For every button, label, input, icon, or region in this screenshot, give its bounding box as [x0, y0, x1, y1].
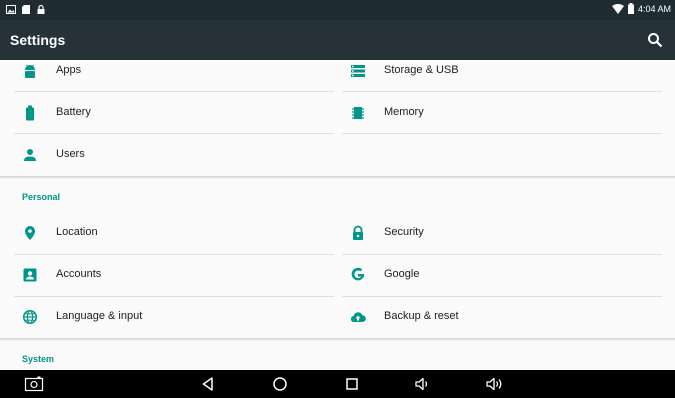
google-icon [351, 267, 365, 281]
settings-item-label: Backup & reset [384, 310, 459, 322]
memory-icon [352, 107, 364, 119]
settings-item-label: Security [384, 226, 424, 238]
section-divider [0, 176, 675, 179]
status-bar-left-icons [6, 4, 46, 15]
settings-item-location[interactable]: Location [14, 212, 334, 254]
settings-item-label: Accounts [56, 268, 102, 280]
recents-icon[interactable] [343, 375, 361, 393]
page-title: Settings [10, 32, 66, 48]
settings-item-storage[interactable]: Storage & USB [342, 60, 662, 92]
settings-item-label: Google [384, 268, 420, 280]
settings-item-label: Language & input [56, 310, 143, 322]
settings-item-memory[interactable]: Memory [342, 92, 662, 134]
app-bar: Settings [0, 20, 675, 60]
section-divider [0, 338, 675, 341]
divider [342, 133, 662, 134]
location-pin-icon [25, 226, 35, 240]
settings-item-security[interactable]: Security [342, 212, 662, 254]
wifi-icon [611, 3, 624, 14]
screenshot-icon[interactable] [24, 375, 44, 393]
account-box-icon [23, 268, 37, 282]
volume-down-icon[interactable] [414, 375, 432, 393]
settings-item-google[interactable]: Google [342, 254, 662, 296]
settings-item-label: Apps [56, 64, 82, 76]
settings-item-label: Users [56, 148, 85, 160]
user-icon [24, 149, 36, 161]
settings-item-apps[interactable]: Apps [14, 60, 334, 92]
search-icon[interactable] [647, 32, 663, 48]
settings-list: Apps Storage & USB Battery Memory Users … [0, 60, 675, 370]
settings-item-label: Memory [384, 106, 424, 118]
sd-card-icon [22, 5, 30, 14]
settings-item-language[interactable]: Language & input [14, 296, 334, 338]
battery-icon [627, 3, 634, 14]
settings-item-users[interactable]: Users [14, 134, 334, 176]
status-bar: 4:04 AM [0, 0, 675, 20]
battery-icon [26, 105, 34, 121]
settings-item-label: Battery [56, 106, 91, 118]
status-time: 4:04 AM [637, 3, 671, 14]
settings-item-backup[interactable]: Backup & reset [342, 296, 662, 338]
settings-item-accounts[interactable]: Accounts [14, 254, 334, 296]
globe-icon [22, 309, 38, 325]
lock-icon [353, 225, 363, 240]
settings-item-battery[interactable]: Battery [14, 92, 334, 134]
home-icon[interactable] [271, 375, 289, 393]
volume-up-icon[interactable] [486, 375, 504, 393]
settings-item-label: Storage & USB [384, 64, 459, 76]
back-icon[interactable] [199, 375, 217, 393]
section-header-system: System [22, 354, 55, 364]
image-icon [6, 5, 16, 14]
section-header-personal: Personal [22, 192, 61, 202]
navigation-bar [0, 370, 675, 398]
android-icon [25, 64, 35, 78]
lock-icon [37, 4, 45, 14]
storage-icon [351, 65, 365, 77]
settings-item-label: Location [56, 226, 98, 238]
cloud-upload-icon [350, 312, 366, 323]
status-bar-right-icons: 4:04 AM [611, 3, 671, 14]
